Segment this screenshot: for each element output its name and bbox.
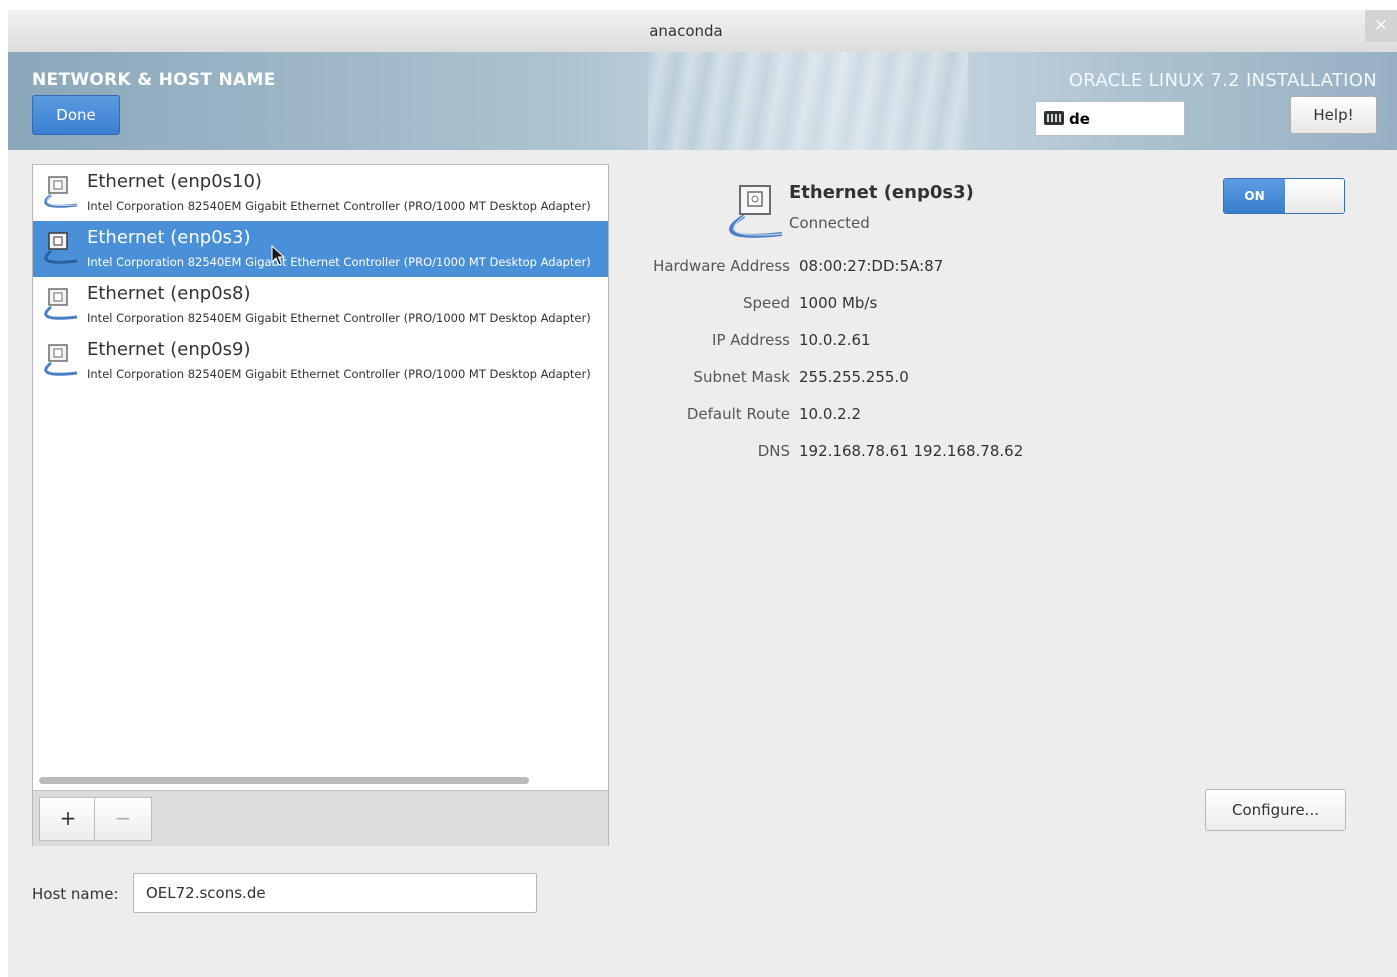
done-button[interactable]: Done: [32, 95, 120, 135]
wired-network-icon: [729, 185, 783, 238]
wired-network-icon: [44, 344, 78, 376]
spoke-title: NETWORK & HOST NAME: [32, 70, 276, 90]
detail-label: IP Address: [712, 331, 790, 349]
detail-row-default-route: Default Route 10.0.2.2: [632, 405, 1382, 427]
window-titlebar[interactable]: anaconda ×: [8, 10, 1397, 53]
detail-row-subnet-mask: Subnet Mask 255.255.255.0: [632, 368, 1382, 390]
device-description: Intel Corporation 82540EM Gigabit Ethern…: [87, 367, 591, 381]
detail-value: 10.0.2.61: [799, 331, 871, 349]
detail-row-hardware-address: Hardware Address 08:00:27:DD:5A:87: [632, 257, 1382, 279]
device-description: Intel Corporation 82540EM Gigabit Ethern…: [87, 199, 591, 213]
keyboard-icon: [1044, 111, 1064, 125]
configure-button[interactable]: Configure...: [1205, 789, 1346, 831]
device-name: Ethernet (enp0s8): [87, 283, 251, 304]
wired-network-icon: [44, 176, 78, 208]
detail-value: 1000 Mb/s: [799, 294, 878, 312]
window-title: anaconda: [649, 22, 723, 40]
detail-row-dns: DNS 192.168.78.61 192.168.78.62: [632, 442, 1382, 464]
detail-value: 10.0.2.2: [799, 405, 862, 423]
detail-label: Speed: [742, 294, 790, 312]
close-button[interactable]: ×: [1365, 10, 1397, 42]
detail-row-ip-address: IP Address 10.0.2.61: [632, 331, 1382, 353]
detail-row-speed: Speed 1000 Mb/s: [632, 294, 1382, 316]
product-title: ORACLE LINUX 7.2 INSTALLATION: [1068, 70, 1377, 91]
horizontal-scrollbar[interactable]: [39, 777, 529, 784]
detail-label: DNS: [757, 442, 790, 460]
help-button[interactable]: Help!: [1290, 96, 1377, 134]
device-row-enp0s10[interactable]: Ethernet (enp0s10) Intel Corporation 825…: [33, 165, 608, 221]
switch-knob[interactable]: [1286, 179, 1344, 213]
detail-value: 255.255.255.0: [799, 368, 909, 386]
keyboard-layout-label: de: [1069, 110, 1090, 128]
header-banner-art: [648, 52, 968, 150]
remove-device-button[interactable]: −: [94, 797, 152, 841]
detail-value: 08:00:27:DD:5A:87: [799, 257, 944, 275]
device-name: Ethernet (enp0s9): [87, 339, 251, 360]
device-on-off-switch[interactable]: ON: [1223, 178, 1345, 214]
hostname-input[interactable]: [133, 873, 537, 913]
network-device-list: Ethernet (enp0s10) Intel Corporation 825…: [32, 164, 609, 846]
detail-value: 192.168.78.61 192.168.78.62: [799, 442, 1024, 460]
add-device-button[interactable]: +: [39, 797, 97, 841]
device-name: Ethernet (enp0s10): [87, 171, 262, 192]
mouse-pointer-icon: [271, 245, 286, 266]
device-name: Ethernet (enp0s3): [87, 227, 251, 248]
switch-on-label: ON: [1224, 179, 1285, 213]
detail-label: Hardware Address: [653, 257, 790, 275]
device-row-enp0s9[interactable]: Ethernet (enp0s9) Intel Corporation 8254…: [33, 333, 608, 389]
device-list-toolbar: + −: [33, 790, 608, 846]
device-row-enp0s3[interactable]: Ethernet (enp0s3) Intel Corporation 8254…: [33, 221, 608, 277]
selected-device-name: Ethernet (enp0s3): [789, 182, 974, 203]
device-description: Intel Corporation 82540EM Gigabit Ethern…: [87, 311, 591, 325]
keyboard-layout-indicator[interactable]: de: [1035, 101, 1185, 136]
wired-network-icon: [44, 288, 78, 320]
detail-label: Default Route: [686, 405, 790, 423]
wired-network-icon: [44, 232, 78, 264]
device-description: Intel Corporation 82540EM Gigabit Ethern…: [87, 255, 591, 269]
detail-label: Subnet Mask: [693, 368, 790, 386]
connection-status: Connected: [789, 214, 870, 232]
close-icon: ×: [1373, 15, 1389, 35]
hostname-label: Host name:: [32, 885, 119, 903]
device-row-enp0s8[interactable]: Ethernet (enp0s8) Intel Corporation 8254…: [33, 277, 608, 333]
spoke-header: NETWORK & HOST NAME Done ORACLE LINUX 7.…: [8, 52, 1397, 150]
